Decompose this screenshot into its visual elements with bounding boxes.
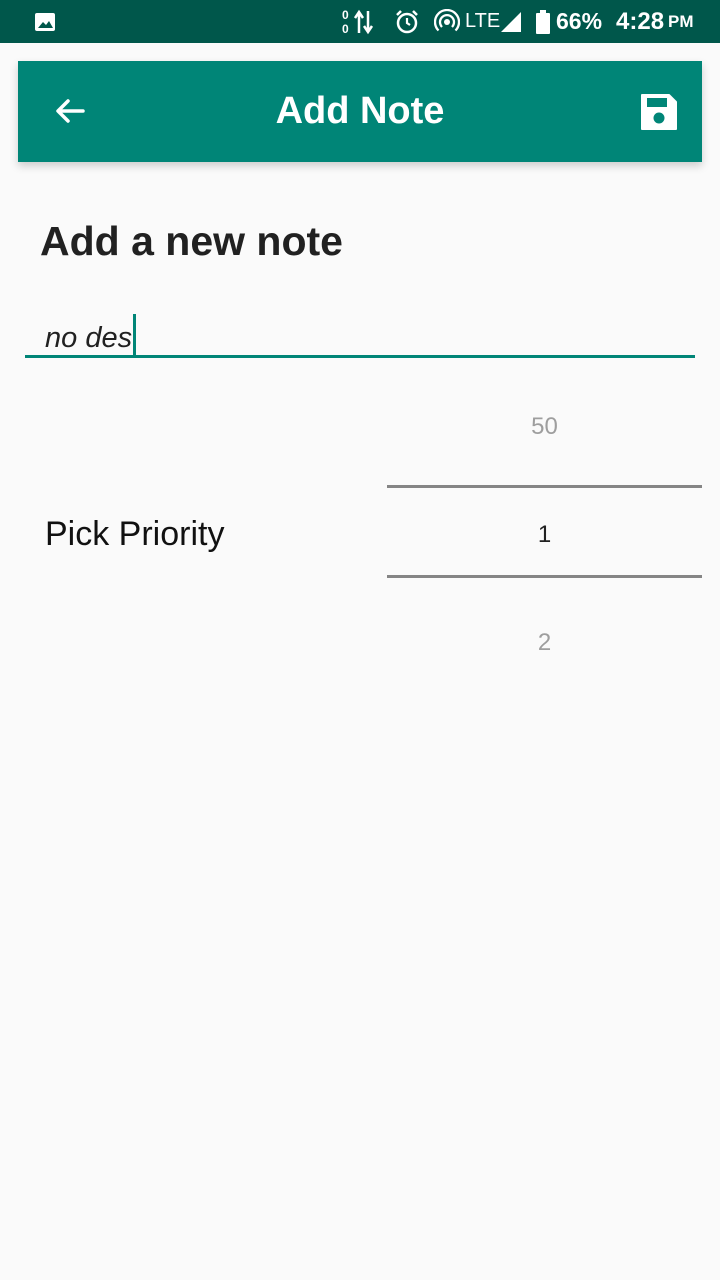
clock-ampm: PM	[668, 11, 694, 31]
description-input[interactable]: no des	[25, 304, 695, 358]
description-value: no des	[45, 322, 133, 354]
data-transfer-icon: 0 0	[342, 0, 376, 43]
picker-previous-value[interactable]: 50	[387, 413, 702, 441]
priority-label: Pick Priority	[45, 515, 225, 553]
save-icon	[641, 94, 677, 130]
app-bar-title: Add Note	[275, 90, 445, 132]
battery-percent: 66%	[556, 8, 603, 34]
clock-time: 4:28	[616, 7, 665, 35]
hotspot-icon	[434, 0, 460, 43]
alarm-icon	[394, 0, 420, 43]
back-button[interactable]	[52, 93, 88, 129]
picker-divider-bottom	[387, 575, 702, 578]
arrow-back-icon	[56, 99, 85, 123]
status-bar: 0 0 LTE 66% 4:28 PM	[0, 0, 720, 43]
data-in-count: 0	[342, 7, 349, 22]
data-out-count: 0	[342, 21, 349, 36]
battery-icon	[536, 0, 550, 43]
network-type: LTE	[465, 10, 501, 32]
picker-selected-value[interactable]: 1	[387, 521, 702, 549]
page-heading: Add a new note	[40, 218, 343, 264]
description-text: no des	[45, 314, 137, 356]
text-cursor	[133, 314, 137, 356]
gallery-icon	[34, 0, 56, 43]
app-bar: Add Note	[18, 61, 702, 162]
priority-picker[interactable]: 50 1 2	[387, 385, 702, 685]
clock: 4:28 PM	[616, 0, 694, 43]
save-button[interactable]	[638, 91, 680, 133]
signal-icon	[499, 0, 523, 43]
picker-divider-top	[387, 485, 702, 488]
picker-next-value[interactable]: 2	[387, 629, 702, 657]
